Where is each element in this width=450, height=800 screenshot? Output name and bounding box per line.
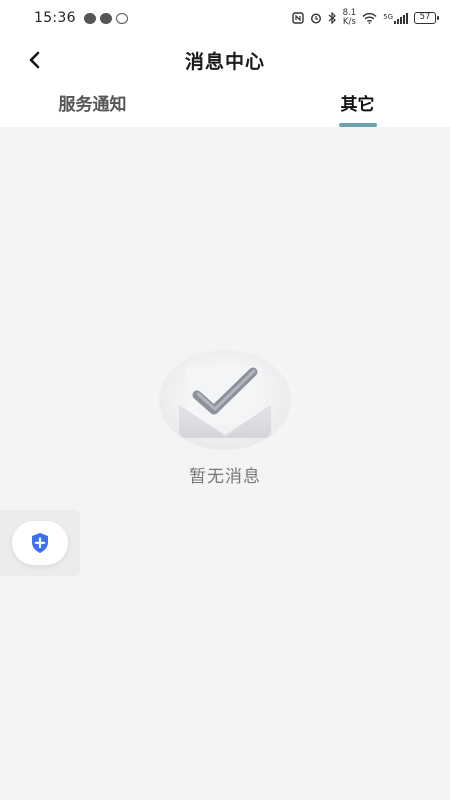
network-type: 5G (383, 12, 393, 21)
page-title: 消息中心 (184, 50, 265, 73)
alarm-icon (310, 12, 322, 24)
bluetooth-icon (328, 12, 337, 24)
tab-service-notifications[interactable]: 服务通知 (0, 86, 225, 127)
shield-plus-icon (32, 533, 48, 553)
nfc-icon (291, 12, 304, 24)
status-bar: 15:36 8.1 K/s 5G 57 (0, 0, 450, 36)
floating-action-container (0, 510, 80, 576)
security-float-button[interactable] (12, 521, 68, 565)
tab-other[interactable]: 其它 (225, 86, 450, 127)
cellular-signal-icon: 5G (383, 12, 408, 24)
wifi-icon (362, 12, 377, 24)
tab-label: 其它 (340, 95, 375, 115)
battery-level: 57 (419, 12, 431, 22)
back-button[interactable] (22, 48, 46, 72)
message-notification-icon (99, 12, 112, 24)
network-speed-unit: K/s (342, 17, 356, 27)
tab-label: 服务通知 (58, 95, 127, 115)
eye-notification-icon (115, 12, 128, 24)
inbox-check-icon (159, 350, 291, 450)
notification-icons (83, 12, 128, 24)
tab-bar: 服务通知 其它 (0, 86, 450, 127)
app-notification-icon (83, 12, 96, 24)
battery-icon: 57 (414, 12, 439, 24)
status-time: 15:36 (34, 10, 76, 26)
active-tab-indicator (338, 123, 377, 127)
chevron-left-icon (29, 51, 40, 69)
empty-state: 暂无消息 (0, 350, 450, 487)
header: 消息中心 (0, 40, 450, 80)
empty-message: 暂无消息 (189, 467, 261, 487)
network-speed: 8.1 K/s (343, 9, 357, 27)
status-right: 8.1 K/s 5G 57 (291, 9, 439, 27)
